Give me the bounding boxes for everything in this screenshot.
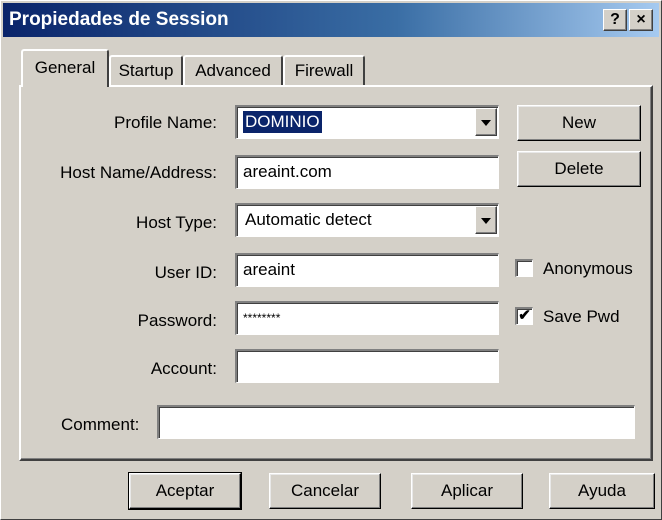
comment-label: Comment: xyxy=(61,415,140,434)
user-id-label: User ID: xyxy=(154,263,217,282)
new-button[interactable]: New xyxy=(517,105,641,141)
chevron-down-icon[interactable] xyxy=(475,206,497,234)
tab-general[interactable]: General xyxy=(21,49,109,87)
save-pwd-label: Save Pwd xyxy=(543,307,620,326)
help-button[interactable]: Ayuda xyxy=(549,473,655,509)
chevron-down-icon[interactable] xyxy=(475,108,497,136)
tab-startup[interactable]: Startup xyxy=(109,55,183,85)
profile-name-select[interactable]: DOMINIO xyxy=(235,105,499,139)
tab-advanced[interactable]: Advanced xyxy=(183,55,283,85)
profile-name-label: Profile Name: xyxy=(114,113,217,132)
session-properties-dialog: Propiedades de Session ? × General Start… xyxy=(0,0,662,520)
host-type-label: Host Type: xyxy=(136,213,217,232)
host-type-value: Automatic detect xyxy=(245,210,372,229)
anonymous-label: Anonymous xyxy=(543,259,633,278)
password-label: Password: xyxy=(137,311,217,330)
account-field[interactable] xyxy=(235,349,499,383)
title-bar[interactable]: Propiedades de Session ? × xyxy=(3,3,659,37)
password-field[interactable]: ******** xyxy=(235,301,499,335)
ok-button[interactable]: Aceptar xyxy=(128,472,242,510)
apply-button[interactable]: Aplicar xyxy=(411,473,523,509)
profile-name-value: DOMINIO xyxy=(243,111,322,133)
account-label: Account: xyxy=(150,359,217,378)
delete-button[interactable]: Delete xyxy=(517,151,641,187)
close-icon[interactable]: × xyxy=(629,9,653,31)
tab-firewall[interactable]: Firewall xyxy=(283,55,365,85)
save-pwd-checkbox[interactable]: ✔ xyxy=(515,307,533,325)
cancel-button[interactable]: Cancelar xyxy=(269,473,381,509)
anonymous-checkbox[interactable] xyxy=(515,259,533,277)
help-icon[interactable]: ? xyxy=(603,9,627,31)
window-title: Propiedades de Session xyxy=(9,9,229,30)
comment-field[interactable] xyxy=(157,405,635,439)
user-id-field[interactable]: areaint xyxy=(235,253,499,287)
host-address-label: Host Name/Address: xyxy=(60,163,217,182)
host-address-field[interactable]: areaint.com xyxy=(235,155,499,189)
host-type-select[interactable]: Automatic detect xyxy=(235,203,499,237)
